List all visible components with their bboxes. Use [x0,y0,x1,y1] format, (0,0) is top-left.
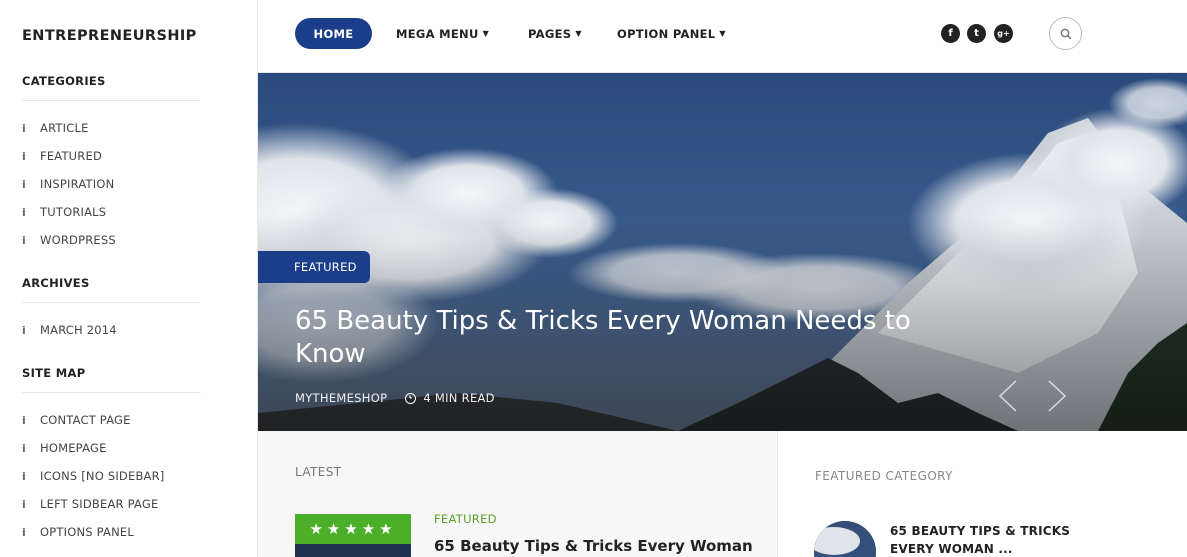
info-icon: i [22,497,26,511]
sidebar-item-article[interactable]: i ARTICLE [22,114,235,142]
sidebar-item-label: ICONS [NO SIDEBAR] [40,469,165,483]
sidebar-item-label: LEFT SIDBEAR PAGE [40,497,159,511]
next-slide-icon[interactable] [1045,379,1069,413]
twitter-icon[interactable]: t [967,24,986,43]
google-plus-icon[interactable]: g+ [994,24,1013,43]
info-icon: i [22,441,26,455]
sidebar-item-tutorials[interactable]: i TUTORIALS [22,198,235,226]
facebook-icon[interactable]: f [941,24,960,43]
info-icon: i [22,323,26,337]
sidebar-item-inspiration[interactable]: i INSPIRATION [22,170,235,198]
caret-down-icon: ▼ [482,29,490,38]
hero-meta: MYTHEMESHOP 4 MIN READ [295,391,495,405]
latest-heading: LATEST [295,465,342,479]
info-icon: i [22,469,26,483]
caret-down-icon: ▼ [575,29,582,38]
featured-category-heading: FEATURED CATEGORY [815,469,953,483]
info-icon: i [22,413,26,427]
featured-category-section: FEATURED CATEGORY 65 BEAUTY TIPS & TRICK… [778,431,1187,557]
sidebar-item-label: TUTORIALS [40,205,107,219]
sidebar-item-label: FEATURED [40,149,103,163]
sidebar-item-homepage[interactable]: i HOMEPAGE [22,434,235,462]
info-icon: i [22,233,26,247]
sidebar-item-icons[interactable]: i ICONS [NO SIDEBAR] [22,462,235,490]
categories-list: i ARTICLE i FEATURED i INSPIRATION i TUTORIA… [22,114,235,254]
sidebar-item-label: ARTICLE [40,121,89,135]
rating-stars: ★★★★★ [295,514,411,544]
sidebar-item-label: MARCH 2014 [40,323,117,337]
nav-home-button[interactable]: HOME [295,18,372,49]
sidebar: ENTREPRENEURSHIP CATEGORIES i ARTICLE i FE… [0,0,258,557]
sitemap-heading: SITE MAP [22,366,201,393]
sidebar-item-contact-page[interactable]: i CONTACT PAGE [22,406,235,434]
sidebar-item-label: CONTACT PAGE [40,413,131,427]
info-icon: i [22,149,26,163]
nav-option-panel-label: OPTION PANEL [617,26,716,41]
sidebar-item-options-panel[interactable]: i OPTIONS PANEL [22,518,235,546]
nav-mega-menu[interactable]: MEGA MENU ▼ [396,18,489,49]
sidebar-item-label: INSPIRATION [40,177,115,191]
sidebar-item-wordpress[interactable]: i WORDPRESS [22,226,235,254]
hero-slider[interactable]: FEATURED 65 Beauty Tips & Tricks Every W… [258,73,1187,431]
nav-pages-label: PAGES [528,26,572,41]
hero-author[interactable]: MYTHEMESHOP [295,391,387,405]
top-header: HOME MEGA MENU ▼ PAGES ▼ OPTION PANEL ▼ f t… [258,0,1187,73]
info-icon: i [22,121,26,135]
sidebar-item-march-2014[interactable]: i MARCH 2014 [22,316,235,344]
hero-read-time: 4 MIN READ [423,391,495,405]
sidebar-item-label: WORDPRESS [40,233,116,247]
latest-post-title[interactable]: 65 Beauty Tips & Tricks Every Woman [434,537,753,555]
sitemap-list: i CONTACT PAGE i HOMEPAGE i ICONS [NO SIDEB… [22,406,235,546]
sidebar-item-featured[interactable]: i FEATURED [22,142,235,170]
info-icon: i [22,177,26,191]
latest-post-thumbnail[interactable]: ★★★★★ [295,514,411,557]
search-icon [1060,28,1071,39]
clock-icon [405,392,417,404]
previous-slide-icon[interactable] [996,379,1020,413]
nav-mega-menu-label: MEGA MENU [396,26,479,41]
featured-badge[interactable]: FEATURED [258,251,370,283]
hero-image [258,73,1187,431]
latest-post-category[interactable]: FEATURED [434,512,497,526]
featured-category-post-title[interactable]: 65 BEAUTY TIPS & TRICKS EVERY WOMAN ... [890,522,1090,557]
hero-title[interactable]: 65 Beauty Tips & Tricks Every Woman Need… [295,305,975,371]
latest-section: LATEST ★★★★★ FEATURED 65 Beauty Tips & T… [258,431,778,557]
info-icon: i [22,525,26,539]
site-title[interactable]: ENTREPRENEURSHIP [22,28,235,44]
nav-option-panel[interactable]: OPTION PANEL ▼ [617,18,726,49]
caret-down-icon: ▼ [719,29,726,38]
info-icon: i [22,205,26,219]
sidebar-item-label: OPTIONS PANEL [40,525,134,539]
categories-heading: CATEGORIES [22,74,201,101]
sidebar-item-label: HOMEPAGE [40,441,107,455]
search-button[interactable] [1049,17,1082,50]
archives-heading: ARCHIVES [22,276,201,303]
featured-category-thumbnail[interactable] [814,521,876,557]
nav-pages[interactable]: PAGES ▼ [528,18,582,49]
sidebar-item-left-sidebar-page[interactable]: i LEFT SIDBEAR PAGE [22,490,235,518]
archives-list: i MARCH 2014 [22,316,235,344]
